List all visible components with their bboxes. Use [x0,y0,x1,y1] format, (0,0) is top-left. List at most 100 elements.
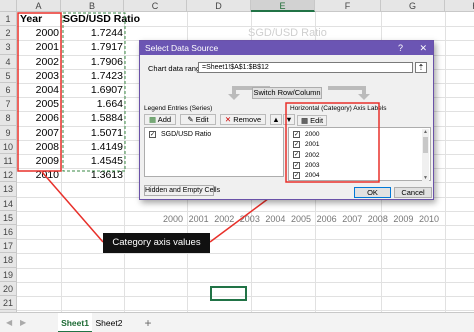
hidden-empty-cells-button[interactable]: Hidden and Empty Cells [144,185,220,196]
close-button[interactable]: ✕ [419,41,427,55]
remove-series-button[interactable]: ✕ Remove [220,114,266,125]
axis-item[interactable]: ✓ 2002 [293,151,319,160]
new-sheet-button[interactable]: + [140,313,156,332]
help-button[interactable]: ? [398,41,403,55]
row-header-14[interactable]: 14 [0,196,17,211]
cancel-button[interactable]: Cancel [394,187,432,198]
year-cell[interactable]: 2001 [18,40,59,54]
row-header-11[interactable]: 11 [0,154,17,169]
edit-axis-icon: ▦ [300,116,309,125]
move-up-icon[interactable]: ▲ [270,114,282,125]
row-header-7[interactable]: 7 [0,97,17,112]
row-header-12[interactable]: 12 [0,168,17,183]
row-header-17[interactable]: 17 [0,239,17,254]
year-cell[interactable]: 2003 [18,69,59,83]
edit-axis-button[interactable]: ▦ Edit [297,115,327,126]
row-header-13[interactable]: 13 [0,182,17,197]
series-item[interactable]: ✓ SGD/USD Ratio [149,130,211,139]
axis-item[interactable]: ✓ 2001 [293,140,319,149]
checkbox-icon[interactable]: ✓ [293,141,300,149]
ratio-cell[interactable]: 1.4545 [63,154,123,168]
row-header-16[interactable]: 16 [0,225,17,240]
column-header-c[interactable]: C [124,0,187,12]
year-cell[interactable]: 2007 [18,126,59,140]
ratio-cell[interactable]: 1.3613 [63,168,123,182]
row-header-10[interactable]: 10 [0,139,17,154]
x-tick-label: 2008 [367,214,388,224]
legend-entries-label: Legend Entries (Series) [144,105,213,112]
checkbox-icon[interactable]: ✓ [293,171,300,179]
checkbox-icon[interactable]: ✓ [293,161,300,169]
scroll-thumb[interactable] [423,137,428,153]
axis-item[interactable]: ✓ 2004 [293,171,319,180]
row-header-18[interactable]: 18 [0,253,17,268]
row-header-3[interactable]: 3 [0,40,17,55]
series-list: ✓ SGD/USD Ratio [144,127,284,177]
chart-range-input[interactable]: =Sheet1!$A$1:$B$12 [198,62,413,73]
column-header-h[interactable]: H [445,0,474,12]
collapse-range-icon[interactable]: ⇡ [415,62,427,73]
tab-sheet2[interactable]: Sheet2 [92,313,126,332]
row-header-9[interactable]: 9 [0,125,17,140]
tab-scroll-left-icon[interactable]: ◀ [6,313,12,332]
year-cell[interactable]: 2008 [18,140,59,154]
year-cell[interactable]: 2004 [18,83,59,97]
tab-scroll-right-icon[interactable]: ▶ [20,313,26,332]
header-ratio-cell[interactable]: SGD/USD Ratio [63,12,140,26]
ratio-cell[interactable]: 1.7423 [63,69,123,83]
row-header-19[interactable]: 19 [0,267,17,282]
axis-item[interactable]: ✓ 2000 [293,130,319,139]
axis-item[interactable]: ✓ 2003 [293,161,319,170]
column-header-d[interactable]: D [187,0,251,12]
column-header-b[interactable]: B [61,0,124,12]
row-header-4[interactable]: 4 [0,54,17,69]
edit-series-button[interactable]: ✎ Edit [180,114,216,125]
row-header-15[interactable]: 15 [0,210,17,225]
row-header-2[interactable]: 2 [0,26,17,41]
row-header-8[interactable]: 8 [0,111,17,126]
active-cell[interactable] [210,286,247,301]
checkbox-icon[interactable]: ✓ [149,130,156,138]
checkbox-icon[interactable]: ✓ [293,130,300,138]
tab-sheet1[interactable]: Sheet1 [58,313,92,332]
dialog-title: Select Data Source [145,43,219,53]
header-year-cell[interactable]: Year [20,12,60,26]
axis-list-scrollbar[interactable]: ▲ ▼ [422,129,429,181]
year-cell[interactable]: 2006 [18,111,59,125]
ratio-cell[interactable]: 1.6907 [63,83,123,97]
ratio-cell[interactable]: 1.7917 [63,40,123,54]
row-header-20[interactable]: 20 [0,281,17,296]
ratio-cell[interactable]: 1.7244 [63,26,123,40]
column-header-e[interactable]: E [251,0,315,12]
row-header-21[interactable]: 21 [0,296,17,311]
row-header-1[interactable]: 1 [0,12,17,27]
ratio-cell[interactable]: 1.7906 [63,55,123,69]
checkbox-icon[interactable]: ✓ [293,151,300,159]
ratio-cell[interactable]: 1.5884 [63,111,123,125]
column-header-a[interactable]: A [17,0,61,12]
edit-axis-label: Edit [310,116,324,125]
select-all-corner[interactable] [0,0,17,12]
add-icon: ▦ [148,115,157,124]
year-cell[interactable]: 2010 [18,168,59,182]
move-down-icon[interactable]: ▼ [283,114,295,125]
column-header-g[interactable]: G [381,0,445,12]
year-cell[interactable]: 2000 [18,26,59,40]
add-series-button[interactable]: ▦ Add [144,114,176,125]
ratio-cell[interactable]: 1.5071 [63,126,123,140]
edit-series-label: Edit [195,115,209,124]
row-header-6[interactable]: 6 [0,83,17,98]
year-cell[interactable]: 2005 [18,97,59,111]
switch-row-column-button[interactable]: Switch Row/Column [252,87,322,99]
row-header-5[interactable]: 5 [0,68,17,83]
year-cell[interactable]: 2009 [18,154,59,168]
x-tick-label: 2009 [393,214,414,224]
x-tick-label: 2003 [239,214,260,224]
scroll-up-icon[interactable]: ▲ [422,129,429,135]
ok-button[interactable]: OK [354,187,391,198]
year-cell[interactable]: 2002 [18,55,59,69]
column-header-f[interactable]: F [315,0,381,12]
ratio-cell[interactable]: 1.4149 [63,140,123,154]
ratio-cell[interactable]: 1.664 [63,97,123,111]
scroll-down-icon[interactable]: ▼ [422,175,429,181]
